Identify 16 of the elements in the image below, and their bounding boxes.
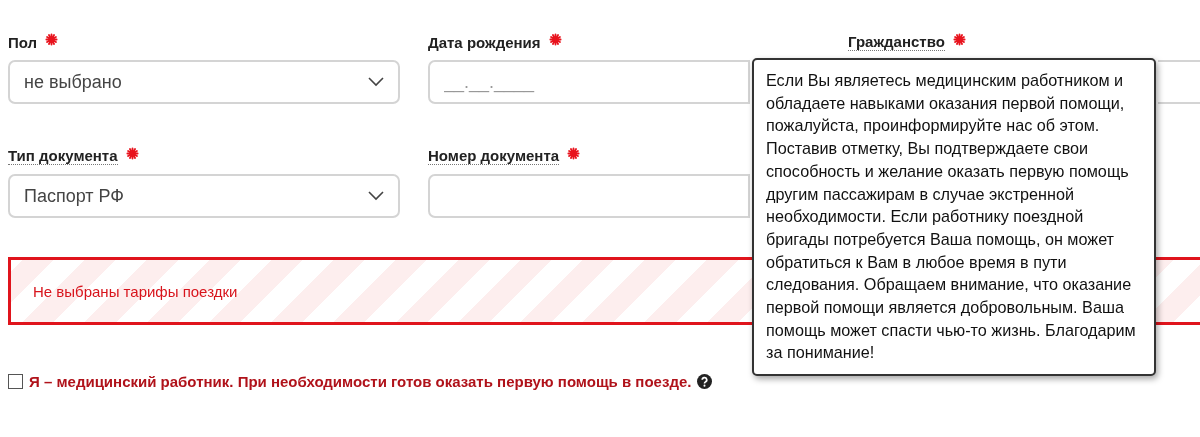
- field-label: Пол: [8, 33, 38, 51]
- checkbox-label[interactable]: Я – медицинский работник. При необходимости готов оказать первую помощь в поезде.: [29, 373, 692, 390]
- select-field[interactable]: не выбрано: [8, 60, 400, 104]
- chevron-down-icon: [368, 77, 384, 87]
- select-field[interactable]: Паспорт РФ: [8, 174, 400, 218]
- checkbox[interactable]: [8, 374, 23, 389]
- field-label: Номер документа: [428, 147, 560, 165]
- input-field[interactable]: [428, 174, 750, 218]
- chevron-down-icon: [368, 191, 384, 201]
- field-label: Гражданство: [848, 33, 945, 51]
- help-icon[interactable]: [697, 374, 713, 389]
- field-label: Тип документа: [8, 147, 118, 165]
- field-label: Дата рождения: [428, 33, 541, 51]
- error-message: Не выбраны тарифы поездки: [33, 282, 238, 300]
- tooltip-text: Если Вы являетесь медицинским работником и обладаете навыками оказания первой помощи, пожалуйста, проинформируйте нас об этом. Поставив отметку, Вы подтверждаете свои способность и желание оказать первую помощь другим пассажирам в случае экстренной необходимости. Если работнику поездной бригады потребуется Ваша помощь, он может обратиться к Вам в любое время в пути следования. Обращаем внимание, что оказание первой помощи является добровольным. Ваша помощь может спасти чью-то жизнь. Благодарим за понимание!: [766, 70, 1137, 364]
- input-field[interactable]: __.__.____: [428, 60, 750, 104]
